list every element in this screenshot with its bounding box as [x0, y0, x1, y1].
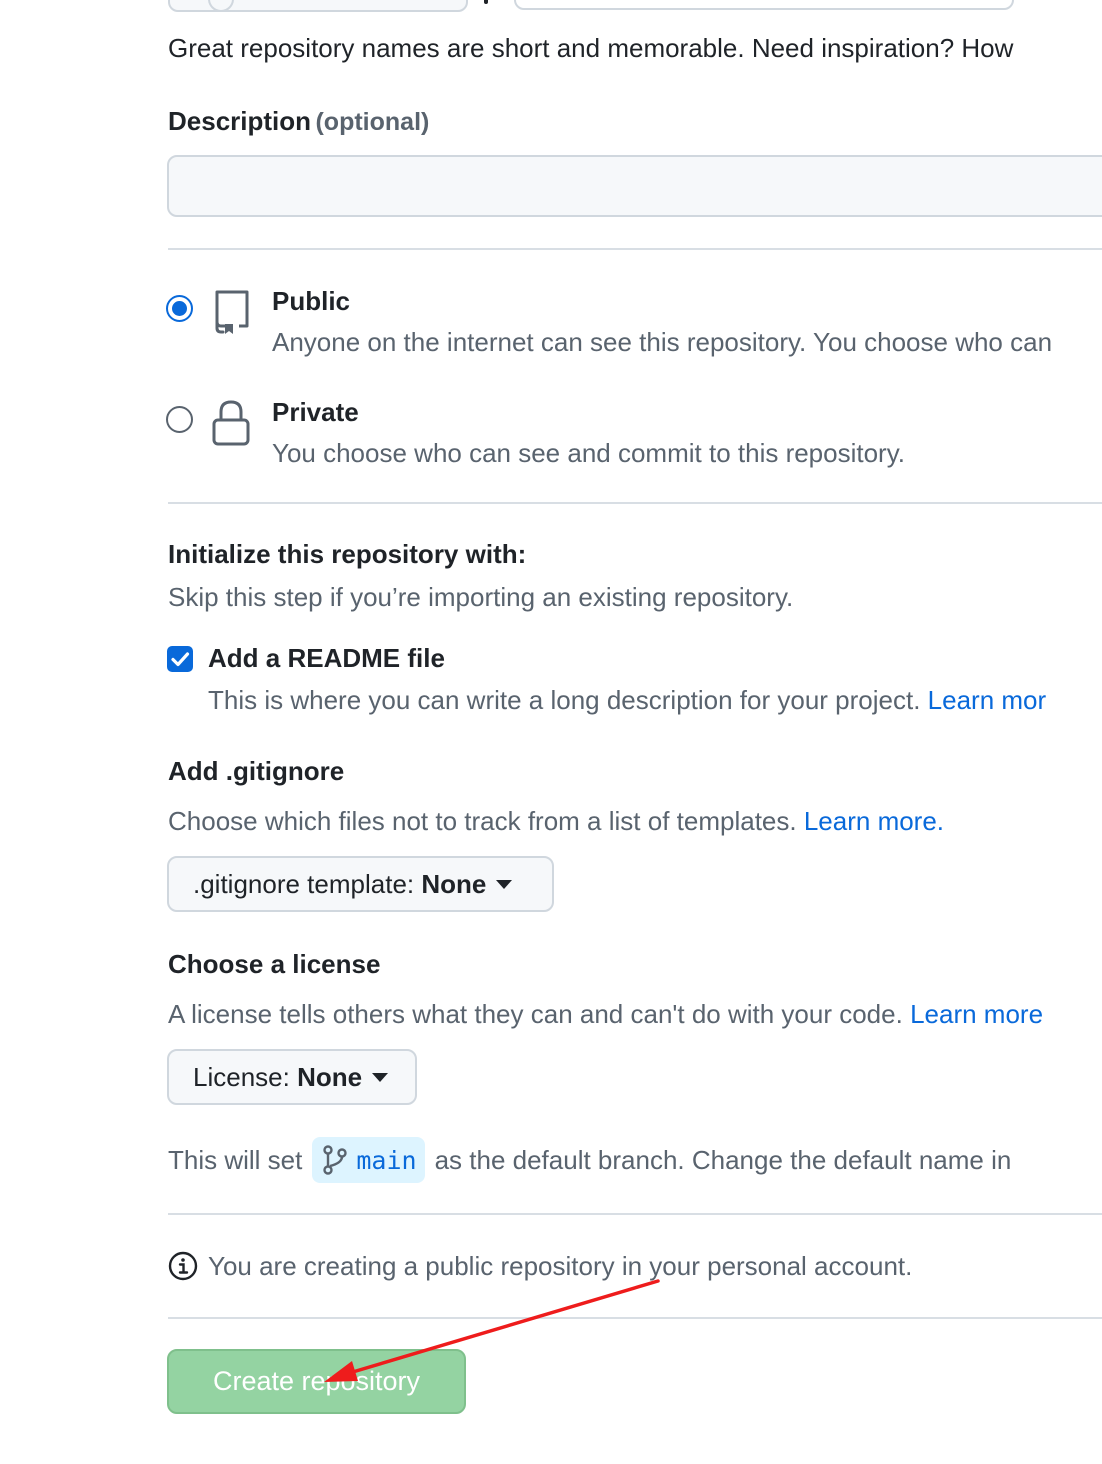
repository-name-hint: Great repository names are short and mem…: [168, 33, 1014, 63]
gitignore-title: Add .gitignore: [168, 756, 345, 786]
checkmark-icon: [171, 652, 190, 667]
initialize-title: Initialize this repository with:: [168, 539, 527, 569]
license-select[interactable]: License: None: [167, 1049, 417, 1105]
description-optional-label: (optional): [315, 108, 430, 136]
branch-note-suffix: as the default branch. Change the defaul…: [434, 1144, 1012, 1175]
divider: [168, 502, 1102, 504]
visibility-private-title: Private: [272, 397, 359, 427]
description-label: Description (optional): [168, 105, 429, 137]
readme-description-text: This is where you can write a long descr…: [208, 685, 921, 715]
description-label-text: Description: [168, 106, 312, 136]
public-repo-notice-text: You are creating a public repository in …: [208, 1251, 913, 1281]
owner-select[interactable]: [168, 0, 468, 12]
default-branch-note: This will set main as the default branch…: [168, 1136, 1011, 1184]
lock-icon: [211, 400, 251, 448]
gitignore-description-text: Choose which files not to track from a l…: [168, 806, 797, 836]
initialize-subtitle: Skip this step if you’re importing an ex…: [168, 582, 794, 612]
default-branch-pill: main: [312, 1137, 425, 1183]
owner-avatar: [208, 0, 234, 12]
gitignore-learn-more-link[interactable]: Learn more.: [804, 806, 944, 836]
caret-down-icon: [372, 1072, 389, 1082]
repository-name-input[interactable]: [514, 0, 1014, 10]
branch-note-prefix: This will set: [168, 1144, 303, 1175]
gitignore-template-select[interactable]: .gitignore template: None: [167, 856, 554, 912]
license-description: A license tells others what they can and…: [168, 998, 1043, 1030]
license-title: Choose a license: [168, 949, 381, 979]
visibility-public-radio[interactable]: [166, 295, 193, 322]
readme-label[interactable]: Add a README file: [208, 643, 445, 674]
license-learn-more-link[interactable]: Learn more: [910, 999, 1043, 1029]
divider: [168, 248, 1102, 250]
visibility-public-title: Public: [272, 286, 351, 316]
create-repository-button[interactable]: Create repository: [167, 1349, 466, 1414]
visibility-private-radio[interactable]: [166, 406, 193, 433]
readme-description: This is where you can write a long descr…: [208, 684, 1046, 716]
license-select-value: None: [297, 1061, 363, 1092]
gitignore-description: Choose which files not to track from a l…: [168, 805, 944, 837]
gitignore-select-value: None: [421, 868, 487, 899]
owner-repo-separator: [484, 0, 488, 4]
gitignore-select-prefix: .gitignore template:: [193, 868, 415, 899]
readme-learn-more-link[interactable]: Learn mor: [928, 685, 1047, 715]
caret-down-icon: [496, 879, 513, 889]
license-description-text: A license tells others what they can and…: [168, 999, 903, 1029]
repo-icon: [211, 288, 251, 336]
public-repo-notice: You are creating a public repository in …: [168, 1250, 912, 1282]
annotation-arrow-icon: [324, 1279, 660, 1382]
readme-checkbox[interactable]: [167, 646, 193, 672]
license-select-prefix: License:: [193, 1061, 290, 1092]
info-icon: [168, 1251, 198, 1281]
visibility-private-description: You choose who can see and commit to thi…: [272, 438, 906, 468]
default-branch-name: main: [356, 1145, 417, 1175]
description-input[interactable]: [167, 155, 1102, 217]
visibility-public-description: Anyone on the internet can see this repo…: [272, 327, 1053, 357]
divider: [168, 1213, 1102, 1215]
git-branch-icon: [323, 1145, 348, 1175]
divider: [168, 1317, 1102, 1319]
